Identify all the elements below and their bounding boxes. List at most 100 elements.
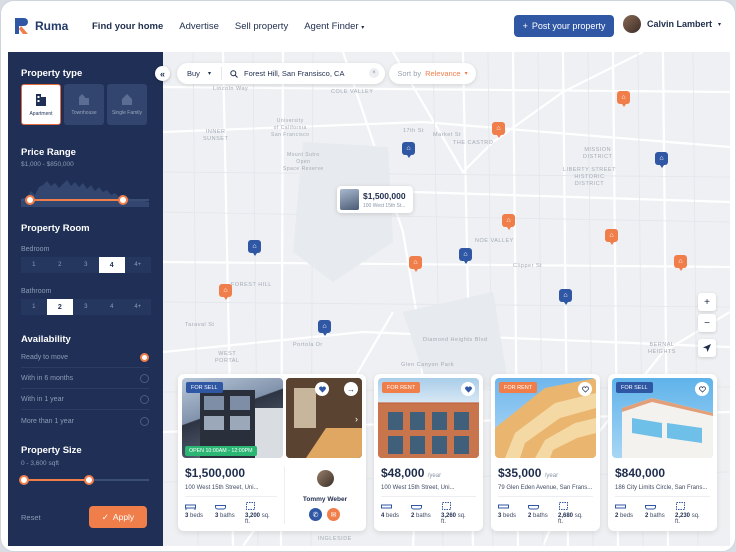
- search-icon: [230, 69, 238, 78]
- collapse-sidebar-button[interactable]: «: [155, 66, 170, 81]
- listing-badge: FOR SELL: [186, 382, 223, 393]
- availability-option[interactable]: Ready to move: [21, 348, 149, 368]
- house-icon: ⌂: [659, 155, 664, 162]
- listing-card[interactable]: FOR SELL $840,000 186 City Limits Circle…: [608, 374, 717, 531]
- listing-price: $840,000: [615, 466, 665, 480]
- share-button[interactable]: →: [344, 382, 358, 396]
- bathroom-label: Bathroom: [21, 288, 52, 295]
- listing-card[interactable]: FOR RENT $35,000 /year 79 Glen Eden Aven…: [491, 374, 600, 531]
- map-pin-rent[interactable]: ⌂: [617, 91, 630, 107]
- next-photo-button[interactable]: ›: [355, 414, 358, 424]
- bedroom-option-selected[interactable]: 4: [98, 257, 125, 273]
- nav-agent-finder[interactable]: Agent Finder ▾: [304, 21, 364, 32]
- listing-photo: FOR SELL: [612, 378, 713, 458]
- zoom-in-button[interactable]: +: [698, 293, 716, 311]
- map-label: LIBERTY STREET HISTORIC DISTRICT: [563, 167, 616, 187]
- map-pin-sell[interactable]: ⌂: [459, 248, 472, 264]
- price-max-handle[interactable]: [118, 195, 128, 205]
- heart-filled-icon: [318, 385, 326, 393]
- house-icon: ⌂: [322, 323, 327, 330]
- call-agent-button[interactable]: ✆: [309, 508, 322, 521]
- map-pin-sell[interactable]: ⌂: [402, 142, 415, 158]
- house-icon: ⌂: [223, 287, 228, 294]
- post-property-button[interactable]: + Post your property: [514, 15, 614, 37]
- bathroom-option[interactable]: 4: [98, 299, 125, 315]
- availability-option[interactable]: With in 1 year: [21, 390, 149, 410]
- property-type-apartment[interactable]: Apartment: [21, 84, 61, 125]
- map-pin-sell[interactable]: ⌂: [559, 289, 572, 305]
- listing-photo: FOR RENT: [378, 378, 479, 458]
- favorite-button[interactable]: [695, 382, 709, 396]
- clear-search-button[interactable]: ×: [369, 68, 379, 78]
- zoom-out-button[interactable]: −: [698, 314, 716, 332]
- map-pin-rent[interactable]: ⌂: [605, 229, 618, 245]
- map-pin-rent[interactable]: ⌂: [502, 214, 515, 230]
- favorite-button[interactable]: [578, 382, 592, 396]
- house-icon: ⌂: [252, 243, 257, 250]
- map-pin-rent[interactable]: ⌂: [219, 284, 232, 300]
- logo-text: Ruma: [35, 19, 69, 33]
- listing-badge: FOR RENT: [382, 382, 421, 393]
- price-value: $35,000: [498, 466, 542, 480]
- listing-mode-select[interactable]: Buy ▾: [177, 67, 222, 80]
- logo[interactable]: Ruma: [15, 18, 89, 34]
- bedroom-option[interactable]: 3: [72, 257, 99, 273]
- radio[interactable]: [140, 416, 149, 426]
- locate-button[interactable]: [698, 339, 716, 357]
- availability-option[interactable]: More than 1 year: [21, 411, 149, 431]
- map-pin-sell[interactable]: ⌂: [248, 240, 261, 256]
- radio[interactable]: [140, 395, 149, 404]
- bathroom-option-selected[interactable]: 2: [46, 299, 73, 315]
- chevron-right-icon: ›: [355, 414, 358, 424]
- favorite-button[interactable]: [315, 382, 329, 396]
- baths-count: 2: [645, 513, 649, 519]
- nav-advertise[interactable]: Advertise: [179, 21, 219, 32]
- chevron-down-icon: ▾: [464, 71, 468, 77]
- baths-unit: baths: [416, 513, 431, 519]
- property-type-single-family[interactable]: Single Family: [107, 84, 147, 125]
- map-label: Taraval St: [185, 322, 215, 328]
- bed-icon: [185, 504, 196, 510]
- size-max-handle[interactable]: [84, 475, 94, 485]
- nav-find-your-home[interactable]: Find your home: [92, 21, 163, 32]
- search-input[interactable]: Forest Hill, San Fransisco, CA: [222, 69, 344, 78]
- map-pin-rent[interactable]: ⌂: [492, 122, 505, 138]
- listing-card[interactable]: FOR RENT $48,000 /year 100 West 15th Str…: [374, 374, 483, 531]
- bedroom-option[interactable]: 1: [21, 257, 47, 273]
- bedroom-option[interactable]: 2: [46, 257, 73, 273]
- availability-option[interactable]: With in 6 months: [21, 369, 149, 389]
- bathroom-option[interactable]: 4+: [124, 299, 151, 315]
- apply-button[interactable]: ✓ Apply: [89, 506, 147, 528]
- sort-select[interactable]: Sort by Relevance ▾: [389, 63, 476, 84]
- nav-sell-property[interactable]: Sell property: [235, 21, 288, 32]
- user-menu[interactable]: Calvin Lambert ▾: [623, 15, 721, 33]
- map-listing-popup[interactable]: $1,500,000 100 West 15th St...: [337, 186, 413, 213]
- map-pin-sell[interactable]: ⌂: [655, 152, 668, 168]
- property-room-title: Property Room: [21, 223, 90, 234]
- size-min-handle[interactable]: [19, 475, 29, 485]
- price-min-handle[interactable]: [25, 195, 35, 205]
- beds-unit: beds: [190, 513, 204, 519]
- price-histogram: [21, 180, 149, 207]
- map-pin-rent[interactable]: ⌂: [409, 256, 422, 272]
- property-type-townhouse[interactable]: Townhouse: [64, 84, 104, 125]
- plus-icon: +: [704, 296, 710, 308]
- baths-feature: 2 baths: [528, 502, 558, 525]
- price-value: $1,500,000: [185, 466, 246, 480]
- listing-card-featured[interactable]: FOR SELL OPEN 10:00AM - 12:00PM → › $1,5…: [178, 374, 366, 531]
- agent-avatar: [317, 470, 334, 487]
- favorite-button[interactable]: [461, 382, 475, 396]
- bathroom-option[interactable]: 1: [21, 299, 47, 315]
- area-icon: [246, 502, 255, 510]
- listing-price: $1,500,000: [185, 466, 245, 480]
- radio[interactable]: [140, 374, 149, 383]
- radio-selected[interactable]: [140, 353, 149, 362]
- phone-icon: ✆: [312, 511, 319, 519]
- map-label: WEST PORTAL: [215, 351, 240, 364]
- map-pin-sell[interactable]: ⌂: [318, 320, 331, 336]
- email-agent-button[interactable]: ✉: [327, 508, 340, 521]
- reset-button[interactable]: Reset: [21, 513, 41, 522]
- map-pin-rent[interactable]: ⌂: [674, 255, 687, 271]
- bedroom-option[interactable]: 4+: [124, 257, 151, 273]
- bathroom-option[interactable]: 3: [72, 299, 99, 315]
